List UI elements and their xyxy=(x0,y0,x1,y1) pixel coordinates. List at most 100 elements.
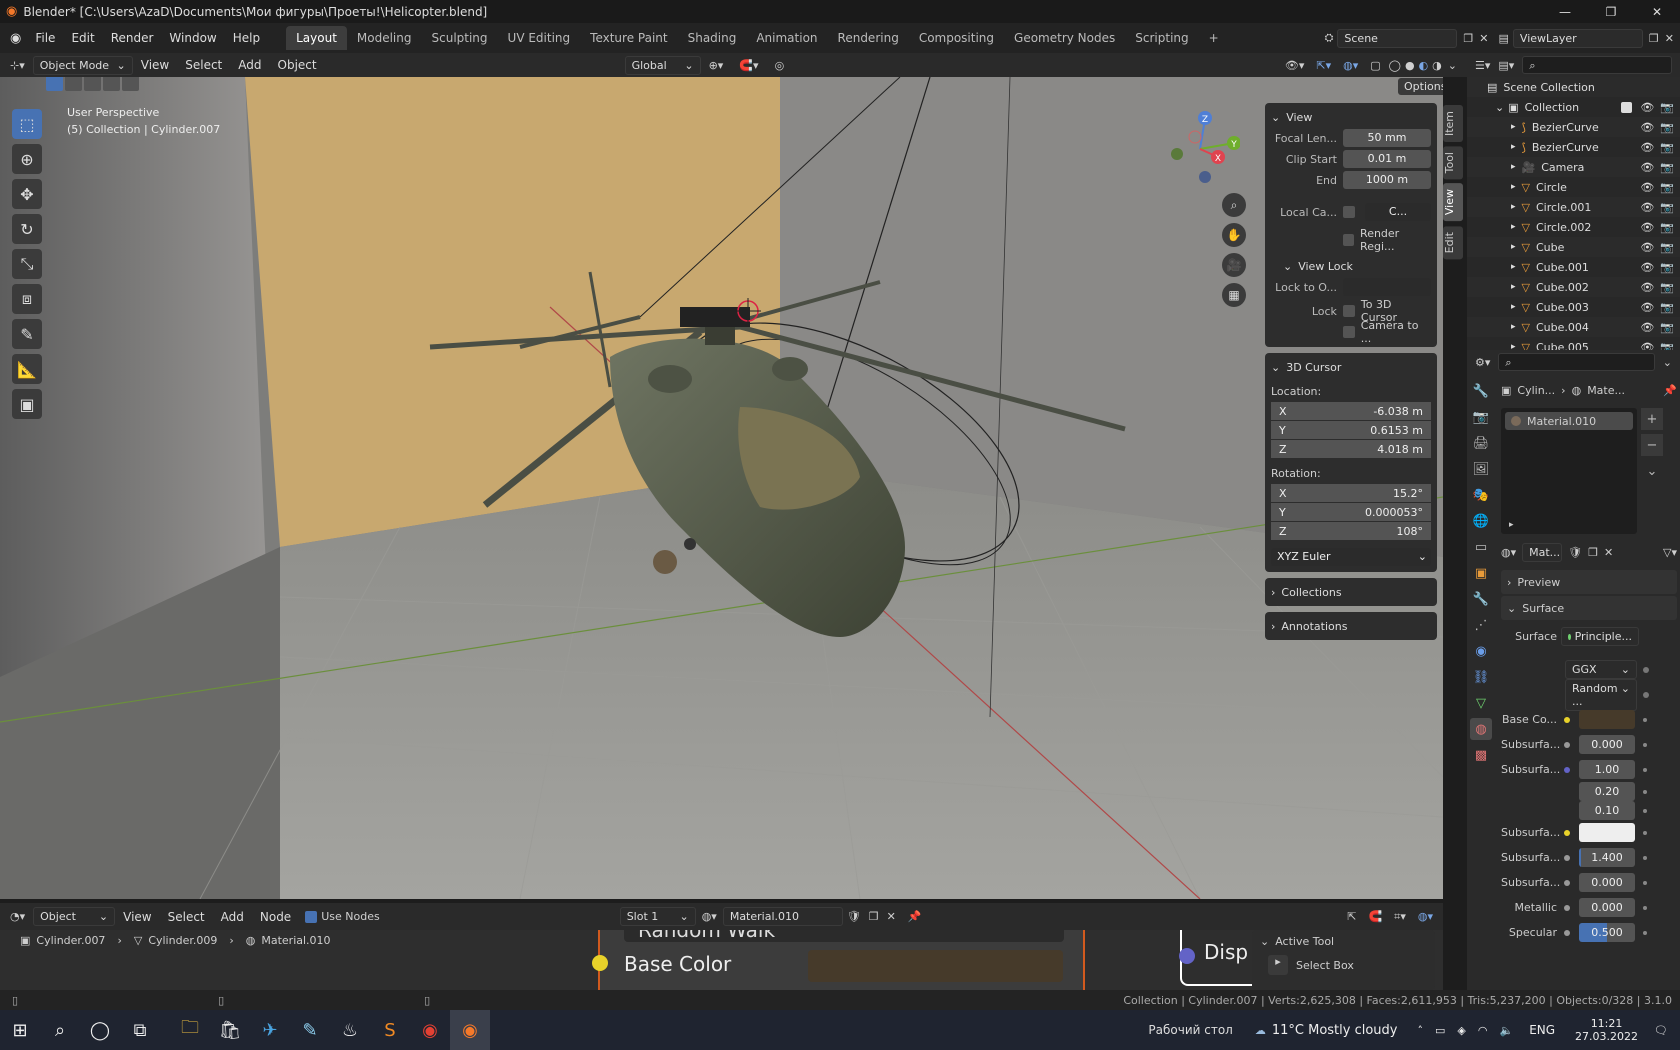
world-props-icon[interactable]: 🌐 xyxy=(1470,510,1492,532)
store-icon[interactable]: 🛍 xyxy=(210,1010,250,1050)
eye-icon[interactable]: 👁 xyxy=(1640,221,1654,234)
outliner-item[interactable]: ▸ ⟆ BezierCurve 👁 📷 xyxy=(1467,137,1680,157)
cortana-icon[interactable]: ◯ xyxy=(80,1010,120,1050)
pan-hand-icon[interactable]: ✋ xyxy=(1222,223,1246,247)
slot-select[interactable]: Slot 1 ⌄ xyxy=(619,907,696,926)
shading-solid-icon[interactable]: ● xyxy=(1405,59,1415,72)
chevron-right-icon[interactable]: ▸ xyxy=(1511,202,1516,212)
socket-dot[interactable] xyxy=(1564,879,1570,886)
particles-props-icon[interactable]: ⋰ xyxy=(1470,614,1492,636)
chevron-right-icon[interactable]: ▸ xyxy=(1511,242,1516,252)
outliner-item[interactable]: ▸ 🎥 Camera 👁 📷 xyxy=(1467,157,1680,177)
scene-field[interactable]: Scene xyxy=(1337,28,1458,48)
proportional-edit-icon[interactable]: ◎ xyxy=(775,59,785,72)
socket-dot[interactable] xyxy=(1564,904,1570,911)
chevron-right-icon[interactable]: ▸ xyxy=(1511,282,1516,292)
material-props-icon[interactable]: ◍ xyxy=(1470,718,1492,740)
browse-material-icon[interactable]: ◍▾ xyxy=(702,910,717,923)
wifi-icon[interactable]: ◠ xyxy=(1478,1024,1488,1037)
blender-taskbar-icon[interactable]: ◉ xyxy=(450,1010,490,1050)
render-camera-icon[interactable]: 📷 xyxy=(1660,321,1674,334)
viewport-menu-object[interactable]: Object xyxy=(270,58,325,72)
properties-editor-icon[interactable]: ⚙▾ xyxy=(1475,356,1490,369)
cursor-loc-z[interactable]: Z 4.018 m xyxy=(1271,440,1431,459)
zoom-icon[interactable]: ⌕ xyxy=(1222,193,1246,217)
physics-props-icon[interactable]: ◉ xyxy=(1470,640,1492,662)
pivot-icon[interactable]: ⊕▾ xyxy=(709,59,724,72)
tray-app2-icon[interactable]: ◈ xyxy=(1457,1024,1465,1037)
parent-node-tree-icon[interactable]: ⇱ xyxy=(1347,910,1356,923)
tab-item[interactable]: Item xyxy=(1443,105,1463,143)
outliner-item[interactable]: ▸ ▽ Circle.001 👁 📷 xyxy=(1467,197,1680,217)
outliner-editor-icon[interactable]: ☰▾ xyxy=(1475,59,1490,72)
tab-modeling[interactable]: Modeling xyxy=(347,26,422,50)
material-slot-list[interactable]: Material.010 ▸ xyxy=(1501,408,1637,534)
render-camera-icon[interactable]: 📷 xyxy=(1660,261,1674,274)
collections-section[interactable]: › Collections xyxy=(1265,578,1437,606)
bsdf-input-value[interactable]: 1.400 xyxy=(1579,848,1635,867)
snap-icon[interactable]: 🧲 xyxy=(1368,910,1382,923)
random-walk-select[interactable]: Random Walk xyxy=(624,930,1064,942)
chevron-right-icon[interactable]: ▸ xyxy=(1511,182,1516,192)
remove-slot-icon[interactable]: − xyxy=(1641,434,1663,456)
eye-icon[interactable]: 👁 xyxy=(1640,101,1654,114)
menu-render[interactable]: Render xyxy=(103,31,162,45)
tab-scripting[interactable]: Scripting xyxy=(1125,26,1198,50)
new-scene-icon[interactable]: ❐ xyxy=(1463,32,1473,45)
eye-icon[interactable]: 👁 xyxy=(1640,321,1654,334)
delete-viewlayer-icon[interactable]: ✕ xyxy=(1665,32,1674,45)
slot-menu-icon[interactable]: ⌄ xyxy=(1641,460,1663,482)
tab-texture-paint[interactable]: Texture Paint xyxy=(580,26,677,50)
chevron-right-icon[interactable]: ▸ xyxy=(1511,122,1516,132)
shading-rendered-icon[interactable]: ◑ xyxy=(1432,59,1442,72)
eye-icon[interactable]: 👁 xyxy=(1640,141,1654,154)
add-slot-icon[interactable]: + xyxy=(1641,408,1663,430)
tab-sculpting[interactable]: Sculpting xyxy=(422,26,498,50)
bsdf-input-value[interactable]: 0.000 xyxy=(1579,898,1635,917)
delete-scene-icon[interactable]: ✕ xyxy=(1479,32,1488,45)
clock[interactable]: 11:21 27.03.2022 xyxy=(1575,1017,1638,1043)
gizmo-toggle-icon[interactable]: ⇱▾ xyxy=(1316,59,1331,72)
select-invert-icon[interactable] xyxy=(103,77,120,91)
shader-type-select[interactable]: Object ⌄ xyxy=(33,907,116,926)
surface-shader-field[interactable]: Principle... xyxy=(1561,627,1639,646)
notifications-icon[interactable]: 🗨 xyxy=(1654,1024,1668,1037)
chevron-right-icon[interactable]: ▸ xyxy=(1511,162,1516,172)
pin-icon[interactable]: 📌 xyxy=(908,910,922,923)
ortho-grid-icon[interactable]: ▦ xyxy=(1222,283,1246,307)
render-camera-icon[interactable]: 📷 xyxy=(1660,121,1674,134)
viewlayer-field[interactable]: ViewLayer xyxy=(1512,28,1643,48)
eye-icon[interactable]: 👁 xyxy=(1640,301,1654,314)
shading-options-icon[interactable]: ⌄ xyxy=(1448,59,1457,72)
node-menu-node[interactable]: Node xyxy=(252,910,299,924)
outliner-item[interactable]: ▸ ▽ Circle.002 👁 📷 xyxy=(1467,217,1680,237)
render-region-checkbox[interactable] xyxy=(1343,234,1355,246)
add-cube-tool-icon[interactable]: ▣ xyxy=(12,389,42,419)
editor-type-icon[interactable]: ⊹▾ xyxy=(10,59,25,72)
tab-uv-editing[interactable]: UV Editing xyxy=(498,26,581,50)
tab-compositing[interactable]: Compositing xyxy=(909,26,1004,50)
tab-rendering[interactable]: Rendering xyxy=(828,26,909,50)
lock-object-field[interactable] xyxy=(1343,278,1431,296)
scale-tool-icon[interactable]: ⤡ xyxy=(12,249,42,279)
overlay-toggle-icon[interactable]: ◍▾ xyxy=(1343,59,1358,72)
render-props-icon[interactable]: 📷 xyxy=(1470,406,1492,428)
outliner-item[interactable]: ▸ ▽ Cube 👁 📷 xyxy=(1467,237,1680,257)
cursor-loc-x[interactable]: X -6.038 m xyxy=(1271,402,1431,421)
socket-dot[interactable] xyxy=(1564,741,1570,748)
render-camera-icon[interactable]: 📷 xyxy=(1660,161,1674,174)
menu-edit[interactable]: Edit xyxy=(63,31,102,45)
volume-icon[interactable]: 🔈 xyxy=(1499,1024,1513,1037)
menu-window[interactable]: Window xyxy=(161,31,224,45)
material-slot-item[interactable]: Material.010 xyxy=(1505,412,1633,430)
tab-view[interactable]: View xyxy=(1443,183,1463,222)
chevron-right-icon[interactable]: ▸ xyxy=(1511,322,1516,332)
3d-viewport[interactable]: User Perspective (5) Collection | Cylind… xyxy=(0,77,1443,899)
menu-help[interactable]: Help xyxy=(225,31,268,45)
options-chevron-icon[interactable]: ⌄ xyxy=(1663,356,1672,369)
3d-cursor-header[interactable]: ⌄ 3D Cursor xyxy=(1271,357,1431,377)
node-editor[interactable]: ▣ Cylinder.007 › ▽ Cylinder.009 › ◍ Materia… xyxy=(0,930,1443,990)
eye-icon[interactable]: 👁 xyxy=(1640,121,1654,134)
cursor-loc-y[interactable]: Y 0.6153 m xyxy=(1271,421,1431,440)
viewlayer-icon[interactable]: ▤ xyxy=(1499,32,1509,45)
